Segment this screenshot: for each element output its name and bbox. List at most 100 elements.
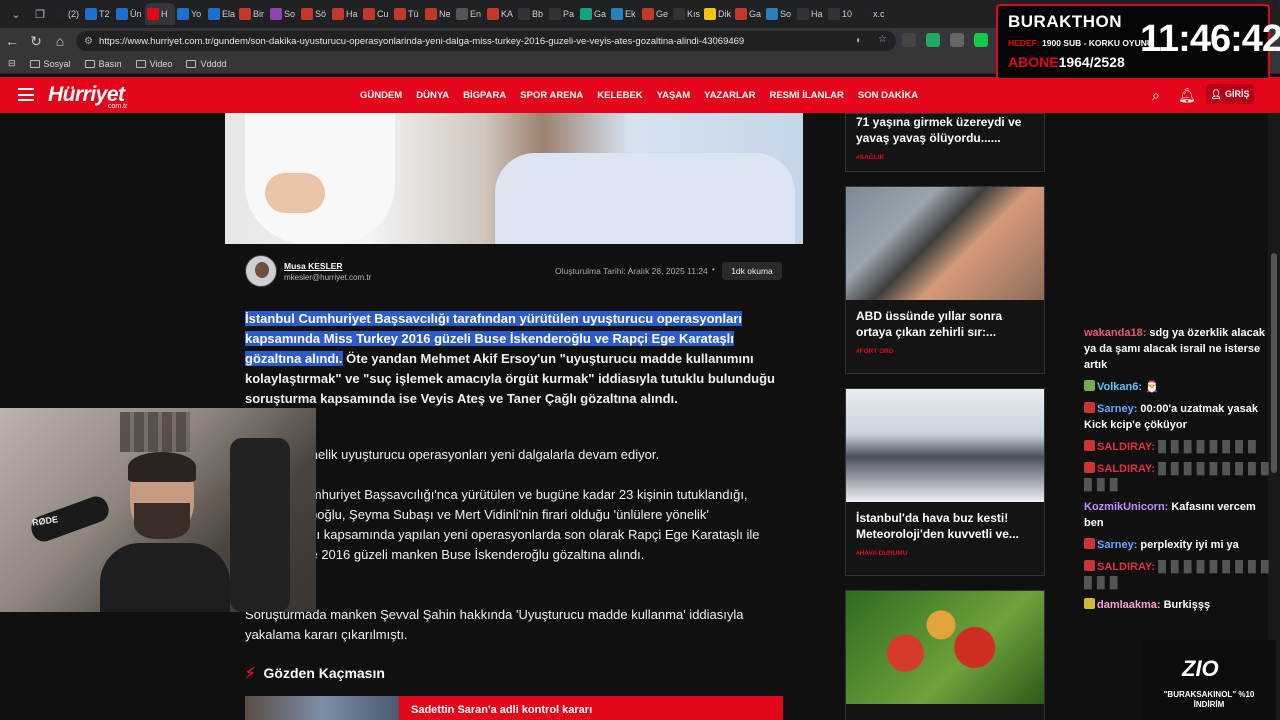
tab-search-icon[interactable]: ⌄ xyxy=(6,4,26,24)
nav-gundem[interactable]: GÜNDEM xyxy=(360,90,402,101)
card-title: 71 yaşına girmek üzereydi ve yavaş yavaş… xyxy=(856,115,1022,145)
browser-tab[interactable]: Pa xyxy=(547,3,578,25)
card-tag[interactable]: #FORT ORD xyxy=(846,340,1044,361)
browser-tab[interactable]: H xyxy=(145,3,175,25)
tab-favicon-icon xyxy=(239,8,251,20)
site-info-icon[interactable]: ⚙ xyxy=(84,36,93,47)
browser-tab[interactable]: Ün xyxy=(114,3,145,25)
tab-favicon-icon xyxy=(85,8,97,20)
author-name[interactable]: Musa KESLER xyxy=(284,261,343,271)
card-tag[interactable]: #HAVA DURUMU xyxy=(846,542,1044,563)
reload-icon[interactable]: ↻ xyxy=(24,29,48,53)
chat-username[interactable]: SALDIRAY: xyxy=(1097,441,1155,453)
nav-dunya[interactable]: DÜNYA xyxy=(416,90,449,101)
folder-icon xyxy=(84,59,95,68)
chat-text: █ █ █ █ █ █ █ █ xyxy=(1158,441,1257,453)
tab-favicon-icon xyxy=(147,8,159,20)
browser-tab[interactable]: Dik xyxy=(702,3,733,25)
extension-icon[interactable] xyxy=(950,33,964,47)
tab-label: Ela xyxy=(222,9,236,19)
extension-icon[interactable] xyxy=(926,33,940,47)
tab-favicon-icon xyxy=(54,8,66,20)
bookmark-folder-vdddd[interactable]: Vdddd xyxy=(186,59,226,69)
sidebar-card[interactable]: İstanbul'da hava buz kesti! Meteoroloji'… xyxy=(845,388,1045,576)
chat-username[interactable]: Volkan6: xyxy=(1097,381,1142,393)
chat-username[interactable]: damlaakma: xyxy=(1097,599,1161,611)
chat-username[interactable]: Sarney: xyxy=(1097,539,1137,551)
browser-tab[interactable]: Ga xyxy=(733,3,764,25)
extension-icon[interactable] xyxy=(974,33,988,47)
nav-resmi-ilanlar[interactable]: RESMİ İLANLAR xyxy=(769,90,843,101)
bookmark-folder-basin[interactable]: Basın xyxy=(84,59,122,69)
browser-tab[interactable]: Ga xyxy=(578,3,609,25)
bookmark-reading-icon[interactable]: ⊟ xyxy=(8,58,16,69)
browser-tab[interactable]: Ha xyxy=(330,3,361,25)
browser-tab[interactable]: So xyxy=(764,3,795,25)
chat-badge-icon xyxy=(1084,462,1095,473)
browser-tab[interactable]: Bir xyxy=(237,3,268,25)
nav-yazarlar[interactable]: YAZARLAR xyxy=(704,90,755,101)
login-button[interactable]: 👤︎ GİRİŞ xyxy=(1206,84,1254,104)
menu-icon[interactable] xyxy=(18,88,34,101)
home-icon[interactable]: ⌂ xyxy=(48,29,72,53)
nav-son-dakika[interactable]: SON DAKİKA xyxy=(858,90,918,101)
sidebar-card[interactable]: 71 yaşına girmek üzereydi ve yavaş yavaş… xyxy=(845,113,1045,172)
related-article-image[interactable] xyxy=(245,696,399,720)
browser-tab[interactable]: Ela xyxy=(206,3,237,25)
browser-tab[interactable]: x.c xyxy=(857,3,888,25)
sidebar-card[interactable]: ABD üssünde yıllar sonra ortaya çıkan ze… xyxy=(845,186,1045,374)
tab-label: Ne xyxy=(439,9,451,19)
browser-tab[interactable]: Bb xyxy=(516,3,547,25)
translate-icon[interactable]: ◐ xyxy=(856,35,862,46)
browser-tab[interactable]: Yo xyxy=(175,3,206,25)
card-tag[interactable]: #SAĞLIK xyxy=(846,146,1044,167)
tab-favicon-icon xyxy=(828,8,840,20)
chat-username[interactable]: wakanda18: xyxy=(1084,327,1146,339)
author-avatar[interactable] xyxy=(245,255,277,287)
browser-tab[interactable]: Sö xyxy=(299,3,330,25)
nav-bigpara[interactable]: BİGPARA xyxy=(463,90,506,101)
tab-favicon-icon xyxy=(673,8,685,20)
browser-tab[interactable]: 10 xyxy=(826,3,857,25)
sponsor-logo: ZIO xyxy=(1182,656,1219,681)
extension-icon[interactable] xyxy=(902,33,916,47)
tab-favicon-icon xyxy=(208,8,220,20)
nav-kelebek[interactable]: KELEBEK xyxy=(597,90,642,101)
tab-favicon-icon xyxy=(332,8,344,20)
bell-icon[interactable]: 🔔︎ xyxy=(1178,87,1196,104)
sidebar-card[interactable] xyxy=(845,590,1045,720)
nav-yasam[interactable]: YAŞAM xyxy=(657,90,690,101)
tab-label: x.c xyxy=(873,9,885,19)
tab-groups-icon[interactable]: ❐ xyxy=(30,4,50,24)
browser-tab[interactable]: KA xyxy=(485,3,516,25)
bookmark-star-icon[interactable]: ☆ xyxy=(878,34,887,45)
url-input[interactable]: ⚙ https://www.hurriyet.com.tr/gundem/son… xyxy=(76,31,896,51)
chat-badge-icon xyxy=(1084,402,1095,413)
browser-tab[interactable]: Cu xyxy=(361,3,392,25)
browser-tab[interactable]: So xyxy=(268,3,299,25)
browser-tab[interactable]: Tü xyxy=(392,3,423,25)
stream-chat: wakanda18: sdg ya özerklik alacak ya da ş… xyxy=(1084,325,1274,619)
browser-tab[interactable]: Ne xyxy=(423,3,454,25)
back-icon[interactable]: ← xyxy=(0,29,24,53)
browser-tab[interactable]: T2 xyxy=(83,3,114,25)
subscriber-label: ABONE xyxy=(1008,54,1059,70)
nav-spor-arena[interactable]: SPOR ARENA xyxy=(520,90,583,101)
browser-tab[interactable]: Kıs xyxy=(671,3,702,25)
search-icon[interactable]: ⌕ xyxy=(1152,87,1160,104)
bookmark-label: Vdddd xyxy=(200,58,227,69)
browser-tab[interactable]: (2) xyxy=(52,3,83,25)
browser-tab[interactable]: En xyxy=(454,3,485,25)
tab-favicon-icon xyxy=(301,8,313,20)
browser-tab[interactable]: Ge xyxy=(640,3,671,25)
chat-username[interactable]: SALDIRAY: xyxy=(1097,561,1155,573)
chat-username[interactable]: SALDIRAY: xyxy=(1097,463,1155,475)
browser-tab[interactable]: Ha xyxy=(795,3,826,25)
bookmark-folder-video[interactable]: Video xyxy=(135,59,172,69)
tab-label: Tü xyxy=(408,9,419,19)
browser-tab[interactable]: Ek xyxy=(609,3,640,25)
related-article-title[interactable]: Sadettin Saran'a adli kontrol kararı xyxy=(399,696,783,720)
chat-username[interactable]: Sarney: xyxy=(1097,403,1137,415)
chat-username[interactable]: KozmikUnicorn: xyxy=(1084,501,1168,513)
bookmark-folder-sosyal[interactable]: Sosyal xyxy=(29,59,71,69)
